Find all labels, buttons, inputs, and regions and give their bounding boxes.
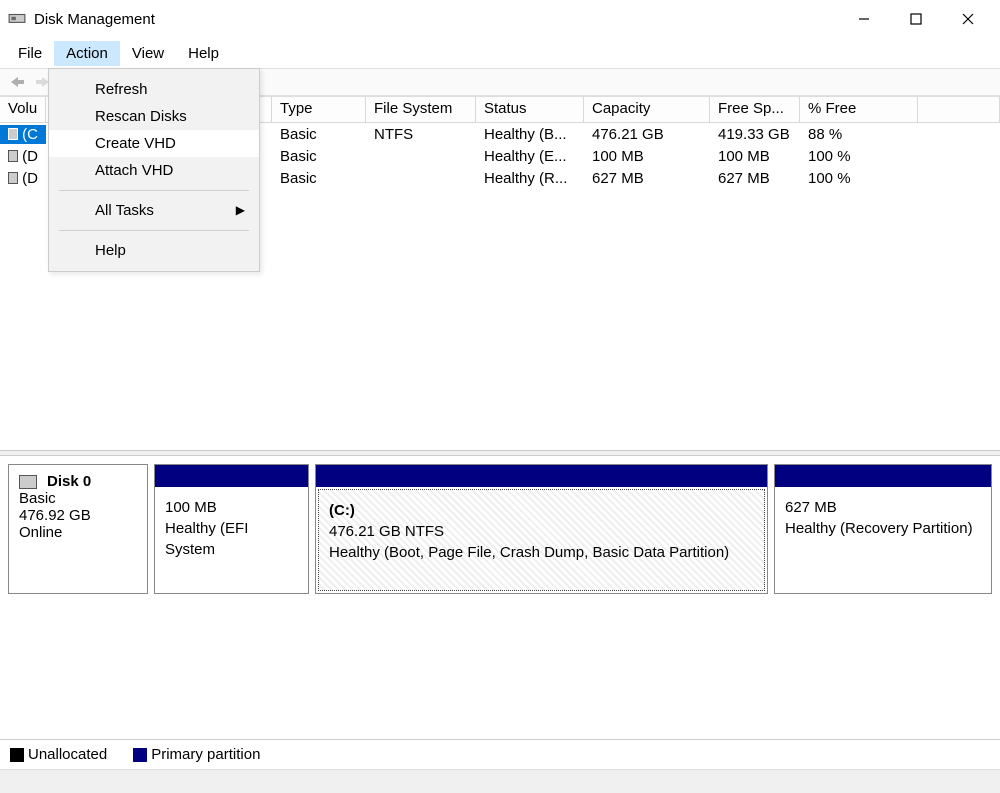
vol-pct: 100 % (800, 147, 918, 166)
dd-separator (59, 190, 249, 191)
vol-status: Healthy (B... (476, 125, 584, 144)
vol-fs: NTFS (366, 125, 476, 144)
dd-help[interactable]: Help (49, 237, 259, 264)
legend-unallocated-label: Unallocated (28, 746, 107, 763)
partition-header (155, 465, 308, 487)
disk-type: Basic (19, 490, 137, 507)
disk-name-label: Disk 0 (47, 473, 91, 490)
vol-type: Basic (272, 125, 366, 144)
dd-create-vhd[interactable]: Create VHD (49, 130, 259, 157)
vol-name: (D (22, 148, 38, 165)
dd-separator-2 (59, 230, 249, 231)
partition-header (775, 465, 991, 487)
vol-status: Healthy (R... (476, 169, 584, 188)
col-capacity[interactable]: Capacity (584, 97, 710, 123)
disk-row: Disk 0 Basic 476.92 GB Online 100 MB Hea… (8, 464, 992, 594)
vol-free: 100 MB (710, 147, 800, 166)
vol-fs (366, 177, 476, 179)
window-title: Disk Management (34, 11, 850, 28)
menu-action[interactable]: Action (54, 41, 120, 66)
vol-status: Healthy (E... (476, 147, 584, 166)
window-controls (850, 5, 992, 33)
partition[interactable]: 627 MB Healthy (Recovery Partition) (774, 464, 992, 594)
legend-primary-label: Primary partition (151, 746, 260, 763)
dd-refresh[interactable]: Refresh (49, 76, 259, 103)
vol-cap: 476.21 GB (584, 125, 710, 144)
vol-cap: 627 MB (584, 169, 710, 188)
minimize-button[interactable] (850, 5, 878, 33)
app-icon (8, 10, 26, 28)
vol-cap: 100 MB (584, 147, 710, 166)
volume-icon (8, 150, 18, 162)
volume-icon (8, 172, 18, 184)
menu-view[interactable]: View (120, 41, 176, 66)
dd-all-tasks[interactable]: All Tasks ▶ (49, 197, 259, 224)
col-extra[interactable] (918, 97, 1000, 123)
part-title: (C:) (329, 500, 754, 521)
vol-name: (C (22, 126, 38, 143)
part-desc: Healthy (Boot, Page File, Crash Dump, Ba… (329, 542, 754, 563)
back-button[interactable] (6, 71, 28, 93)
disk-icon (19, 475, 37, 489)
disk-panel: Disk 0 Basic 476.92 GB Online 100 MB Hea… (0, 456, 1000, 739)
legend-unallocated: Unallocated (10, 746, 117, 763)
vol-free: 419.33 GB (710, 125, 800, 144)
menu-file[interactable]: File (6, 41, 54, 66)
maximize-button[interactable] (902, 5, 930, 33)
action-dropdown: Refresh Rescan Disks Create VHD Attach V… (48, 68, 260, 272)
part-size: 100 MB (165, 497, 298, 518)
disk-partitions: 100 MB Healthy (EFI System (C:) 476.21 G… (148, 464, 992, 594)
menubar: File Action View Help (0, 38, 1000, 68)
titlebar: Disk Management (0, 0, 1000, 38)
vol-name: (D (22, 170, 38, 187)
vol-pct: 100 % (800, 169, 918, 188)
close-button[interactable] (954, 5, 982, 33)
disk-size: 476.92 GB (19, 507, 137, 524)
menu-help[interactable]: Help (176, 41, 231, 66)
col-status[interactable]: Status (476, 97, 584, 123)
disk-info[interactable]: Disk 0 Basic 476.92 GB Online (8, 464, 148, 594)
part-desc: Healthy (EFI System (165, 518, 298, 560)
chevron-right-icon: ▶ (236, 203, 245, 217)
part-size: 627 MB (785, 497, 981, 518)
vol-fs (366, 155, 476, 157)
col-type[interactable]: Type (272, 97, 366, 123)
partition[interactable]: 100 MB Healthy (EFI System (154, 464, 309, 594)
swatch-unallocated (10, 748, 24, 762)
legend-primary: Primary partition (133, 746, 270, 763)
dd-attach-vhd[interactable]: Attach VHD (49, 157, 259, 184)
dd-all-tasks-label: All Tasks (95, 202, 154, 219)
col-fs[interactable]: File System (366, 97, 476, 123)
part-desc: Healthy (Recovery Partition) (785, 518, 981, 539)
legend: Unallocated Primary partition (0, 739, 1000, 769)
part-size: 476.21 GB NTFS (329, 521, 754, 542)
swatch-primary (133, 748, 147, 762)
vol-type: Basic (272, 169, 366, 188)
partition[interactable]: (C:) 476.21 GB NTFS Healthy (Boot, Page … (315, 464, 768, 594)
vol-free: 627 MB (710, 169, 800, 188)
statusbar (0, 769, 1000, 793)
partition-header (316, 465, 767, 487)
col-volume[interactable]: Volu (0, 97, 46, 123)
disk-state: Online (19, 524, 137, 541)
volume-icon (8, 128, 18, 140)
dd-rescan[interactable]: Rescan Disks (49, 103, 259, 130)
col-free[interactable]: Free Sp... (710, 97, 800, 123)
vol-type: Basic (272, 147, 366, 166)
col-pct[interactable]: % Free (800, 97, 918, 123)
vol-pct: 88 % (800, 125, 918, 144)
